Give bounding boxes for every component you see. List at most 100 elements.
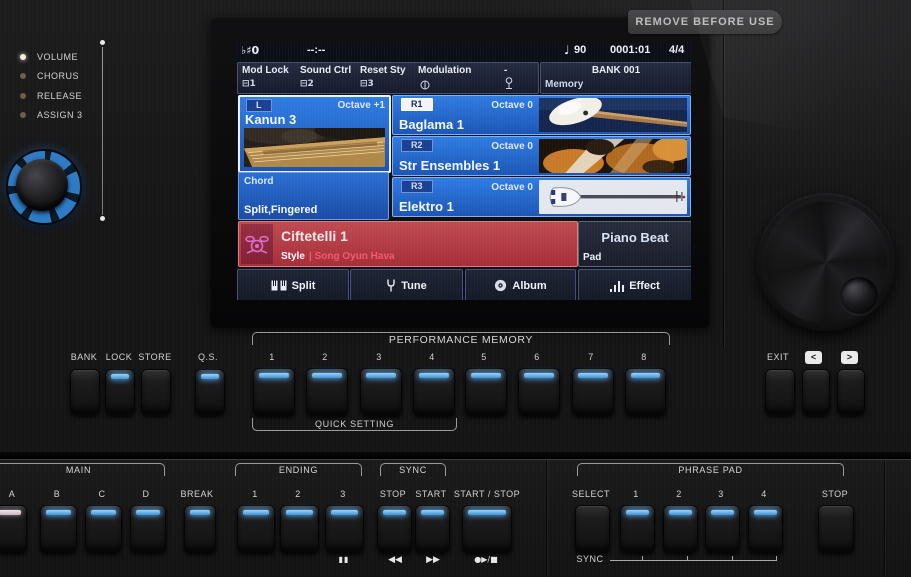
style-label: Style — [281, 251, 305, 262]
voice-r2-octave: Octave 0 — [453, 141, 533, 152]
knob-cap — [16, 159, 68, 211]
assignable-knob[interactable] — [6, 149, 82, 225]
fast-forward-icon: ▶▶ — [418, 555, 448, 565]
sync-stop-button[interactable] — [377, 505, 412, 552]
ending-3-label: 3 — [328, 489, 358, 499]
voice-r3-box[interactable]: R3 Octave 0 Elektro 1 — [392, 177, 691, 217]
fkey-label: - — [504, 65, 507, 76]
lock-button[interactable] — [105, 369, 135, 414]
bank-subtitle: Memory — [545, 79, 583, 90]
elektro-baglama-photo — [539, 180, 687, 214]
perf-8-label: 8 — [629, 352, 659, 362]
cursor-left-button[interactable] — [802, 369, 830, 414]
exit-button[interactable] — [765, 369, 795, 414]
pad-box[interactable]: Piano Beat Pad — [578, 221, 691, 267]
phrase-3-button[interactable] — [705, 505, 740, 552]
ending-1-button[interactable] — [237, 505, 275, 552]
phrase-pad-bracket: PHRASE PAD — [577, 463, 844, 476]
main-b-button[interactable] — [40, 505, 77, 552]
softkey-tune-label: Tune — [401, 280, 426, 292]
mod-wheel-icon — [420, 78, 430, 96]
volume-led — [20, 54, 26, 60]
softkey-effect-label: Effect — [629, 280, 660, 292]
store-button[interactable] — [141, 369, 171, 414]
chord-label: Chord — [244, 176, 273, 187]
memory-bank-box[interactable]: BANK 001 Memory — [540, 62, 691, 94]
softkey-effect[interactable]: Effect — [578, 269, 691, 300]
quick-setting-button[interactable] — [195, 369, 225, 414]
strings-ensemble-photo — [539, 139, 687, 173]
sync-start-label: START — [411, 489, 451, 499]
perf-1-button[interactable] — [253, 368, 295, 415]
break-button[interactable] — [184, 505, 216, 552]
phrase-2-button[interactable] — [663, 505, 698, 552]
panel-seam — [884, 460, 885, 577]
fkey-label: Modulation — [418, 65, 471, 76]
sync-title: SYNC — [381, 465, 445, 475]
perf-4-button[interactable] — [413, 368, 455, 415]
voice-r1-box[interactable]: R1 Octave 0 Baglama 1 — [392, 95, 691, 135]
voice-r2-tag: R2 — [401, 139, 433, 152]
jog-dial[interactable] — [757, 193, 895, 331]
assign3-led — [20, 112, 26, 118]
phrase-4-button[interactable] — [748, 505, 783, 552]
main-c-button[interactable] — [85, 505, 122, 552]
transpose-value: ♭♯0 — [241, 44, 259, 57]
perf-7-label: 7 — [576, 352, 606, 362]
sync-stop-label: STOP — [373, 489, 413, 499]
perf-6-label: 6 — [522, 352, 552, 362]
pause-icon: ▮▮ — [330, 555, 358, 564]
bottom-panel-strip — [0, 452, 911, 459]
softkey-album-label: Album — [512, 280, 546, 292]
effect-bars-icon — [610, 280, 624, 292]
remove-before-use-sticker[interactable]: REMOVE BEFORE USE — [628, 10, 782, 34]
tuning-fork-icon — [386, 279, 396, 292]
perf-7-button[interactable] — [572, 368, 614, 415]
pedal-3-icon: ⊟3 — [360, 79, 374, 89]
perf-5-button[interactable] — [465, 368, 507, 415]
voice-r2-name: Str Ensembles 1 — [399, 158, 500, 173]
cursor-right-button[interactable] — [837, 369, 865, 414]
divider-dot-bottom — [100, 216, 105, 221]
pedal-2-icon: ⊟2 — [300, 79, 314, 89]
softkey-tune[interactable]: Tune — [350, 269, 463, 300]
main-a-label: A — [0, 489, 27, 499]
controller-assign-box[interactable]: Mod Lock ⊟1 Sound Ctrl ⊟2 Reset Sty ⊟3 M… — [237, 62, 539, 94]
tempo-note-icon: ♩ — [564, 43, 570, 57]
perf-4-label: 4 — [417, 352, 447, 362]
softkey-album[interactable]: Album — [465, 269, 576, 300]
phrase-pad-title: PHRASE PAD — [578, 465, 843, 475]
phrase-stop-button[interactable] — [818, 505, 854, 552]
pad-label: Pad — [583, 252, 601, 263]
style-box[interactable]: Ciftetelli 1 Style | Song Oyun Hava — [238, 221, 578, 267]
start-stop-button[interactable] — [462, 505, 512, 552]
phrase-select-button[interactable] — [575, 505, 610, 552]
sync-start-button[interactable] — [415, 505, 450, 552]
fkey-label: Reset Sty — [360, 65, 406, 76]
phrase-sync-tick — [687, 556, 688, 561]
split-keyboard-icon — [271, 280, 287, 291]
ending-2-button[interactable] — [280, 505, 319, 552]
break-label: BREAK — [172, 489, 222, 499]
perf-3-button[interactable] — [360, 368, 402, 415]
main-d-button[interactable] — [130, 505, 166, 552]
start-stop-label: START / STOP — [451, 489, 523, 499]
bank-button[interactable] — [70, 369, 100, 414]
phrase-1-button[interactable] — [620, 505, 655, 552]
perf-2-button[interactable] — [306, 368, 348, 415]
voice-r2-box[interactable]: R2 Octave 0 Str Ensembles 1 — [392, 136, 691, 176]
perf-6-button[interactable] — [518, 368, 560, 415]
lock-button-label: LOCK — [99, 352, 139, 362]
main-c-label: C — [87, 489, 117, 499]
perf-3-label: 3 — [364, 352, 394, 362]
arranger-keyboard-panel: ♭♯0 --:-- ♩ 90 0001:01 4/4 Mod Lock ⊟1 S… — [0, 0, 911, 577]
phrase-2-label: 2 — [664, 489, 694, 499]
voice-left-box[interactable]: L Octave +1 Kanun 3 — [238, 95, 391, 173]
main-a-button[interactable] — [0, 505, 27, 552]
softkey-split[interactable]: Split — [237, 269, 349, 300]
ending-3-button[interactable] — [325, 505, 364, 552]
chord-box[interactable]: Chord Split,Fingered — [238, 172, 389, 220]
performance-memory-title: PERFORMANCE MEMORY — [253, 334, 669, 346]
perf-8-button[interactable] — [625, 368, 666, 415]
store-button-label: STORE — [135, 352, 175, 362]
